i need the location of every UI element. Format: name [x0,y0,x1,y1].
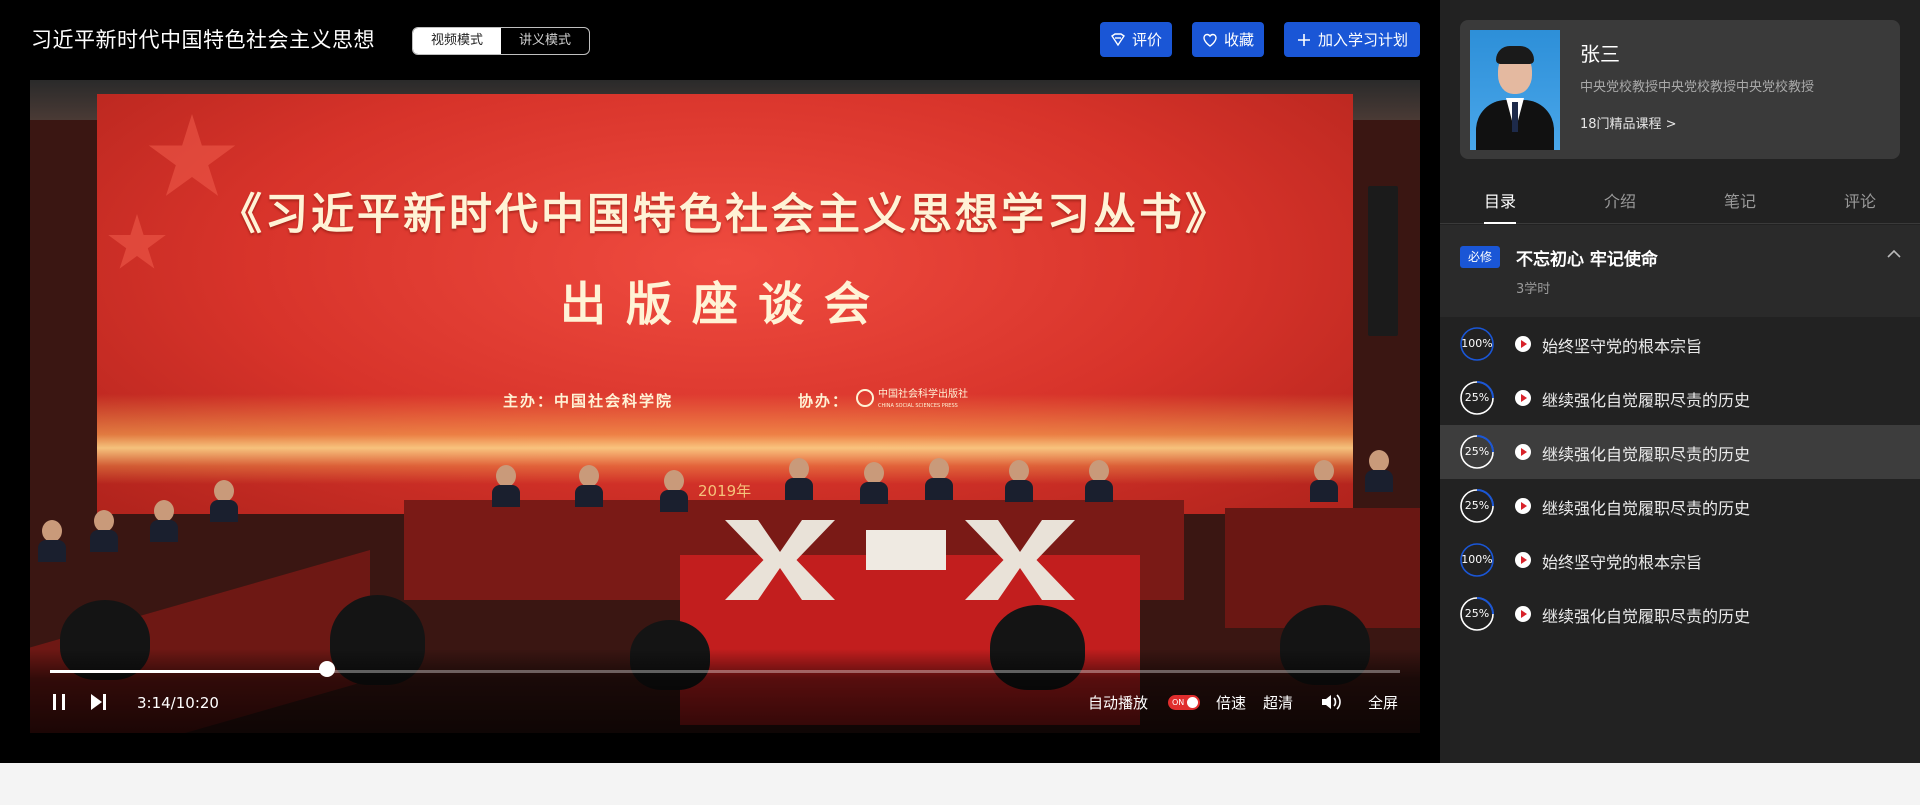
player-page: 习近平新时代中国特色社会主义思想 视频模式 讲义模式 评价 收藏 加入学习计划 … [0,0,1920,763]
teacher-name: 张三 [1580,42,1620,66]
video-frame: 《习近平新时代中国特色社会主义思想学习丛书》 出版座谈会 主办：中国社会科学院 … [30,80,1420,733]
teacher-title: 中央党校教授中央党校教授中央党校教授 [1580,80,1815,95]
chapter-title: 不忘初心 牢记使命 [1516,250,1658,270]
progress-percent: 25% [1464,445,1490,458]
plus-icon [1297,33,1310,46]
autoplay-switch[interactable]: ON [1168,695,1200,710]
play-icon [1515,606,1531,622]
pause-button[interactable] [50,692,68,712]
sidebar-tabs: 目录 介绍 笔记 评论 [1440,180,1920,224]
progress-percent: 25% [1464,499,1490,512]
progress-handle[interactable] [318,661,335,677]
video-player[interactable]: 《习近平新时代中国特色社会主义思想学习丛书》 出版座谈会 主办：中国社会科学院 … [30,80,1420,733]
press-logo: 中国社会科学出版社 CHINA SOCIAL SCIENCES PRESS [856,387,968,409]
speed-button[interactable]: 倍速 [1216,692,1246,713]
rate-icon [1111,32,1125,46]
banner-year: 2019年 [698,482,752,500]
fullscreen-button[interactable]: 全屏 [1368,692,1398,713]
lesson-title: 始终坚守党的根本宗旨 [1542,553,1703,572]
rate-label: 评价 [1131,31,1162,49]
skip-next-icon [91,694,106,710]
lesson-title: 继续强化自觉履职尽责的历史 [1542,499,1751,518]
lesson-title: 继续强化自觉履职尽责的历史 [1542,607,1751,626]
progress-percent: 100% [1461,337,1493,350]
tab-comments[interactable]: 评论 [1800,180,1920,223]
tab-intro[interactable]: 介绍 [1560,180,1680,223]
add-plan-label: 加入学习计划 [1317,31,1408,49]
teacher-card: 张三 中央党校教授中央党校教授中央党校教授 18门精品课程 > [1460,20,1900,159]
chevron-up-icon[interactable] [1886,249,1902,259]
video-mode-button[interactable]: 视频模式 [413,28,501,54]
autoplay-label: 自动播放 [1088,694,1149,712]
add-study-plan-button[interactable]: 加入学习计划 [1284,22,1420,57]
banner-cohost: 协办： [798,392,850,410]
play-icon [1515,390,1531,406]
play-icon [1515,552,1531,568]
required-badge: 必修 [1460,246,1500,268]
handout-mode-button[interactable]: 讲义模式 [501,28,589,54]
banner-subtitle: 出版座谈会 [560,277,890,331]
tab-notes[interactable]: 笔记 [1680,180,1800,223]
lesson-title: 继续强化自觉履职尽责的历史 [1542,445,1751,464]
lesson-item[interactable]: 25% 继续强化自觉履职尽责的历史 [1440,479,1920,533]
autoplay-switch-text: ON [1172,698,1185,707]
volume-button[interactable] [1320,693,1342,711]
lesson-item[interactable]: 100% 始终坚守党的根本宗旨 [1440,317,1920,371]
lesson-item[interactable]: 25% 继续强化自觉履职尽责的历史 [1440,371,1920,425]
teacher-avatar [1470,30,1560,150]
quality-button[interactable]: 超清 [1263,692,1293,713]
book-stack [866,530,946,570]
rate-button[interactable]: 评价 [1100,22,1172,57]
lesson-item[interactable]: 25% 继续强化自觉履职尽责的历史 [1440,425,1920,479]
lesson-title: 始终坚守党的根本宗旨 [1542,337,1703,356]
play-icon [1515,444,1531,460]
heart-icon [1203,33,1217,47]
page-bottom [0,763,1920,805]
press-name: 中国社会科学出版社 [878,387,968,400]
pause-icon [53,694,65,710]
progress-percent: 100% [1461,553,1493,566]
progress-percent: 25% [1464,607,1490,620]
chapter-header[interactable]: 必修 不忘初心 牢记使命 3学时 [1440,225,1920,317]
next-button[interactable] [88,692,108,712]
lesson-item[interactable]: 25% 继续强化自觉履职尽责的历史 [1440,587,1920,641]
teacher-courses-link[interactable]: 18门精品课程 > [1580,113,1677,132]
banner-host: 主办：中国社会科学院 [503,392,674,410]
tab-catalog[interactable]: 目录 [1440,180,1560,224]
lesson-item[interactable]: 100% 始终坚守党的根本宗旨 [1440,533,1920,587]
press-name-en: CHINA SOCIAL SCIENCES PRESS [878,403,958,409]
course-sidebar: 张三 中央党校教授中央党校教授中央党校教授 18门精品课程 > 目录 介绍 笔记… [1440,0,1920,763]
speaker [1368,186,1398,336]
banner-title: 《习近平新时代中国特色社会主义思想学习丛书》 [219,190,1231,240]
progress-fill [50,670,327,673]
favorite-button[interactable]: 收藏 [1192,22,1264,57]
volume-icon [1322,694,1341,710]
play-icon [1515,498,1531,514]
play-icon [1515,336,1531,352]
favorite-label: 收藏 [1223,31,1254,49]
course-title: 习近平新时代中国特色社会主义思想 [31,28,375,52]
mode-toggle: 视频模式 讲义模式 [412,27,590,55]
progress-percent: 25% [1464,391,1490,404]
progress-bar[interactable] [50,670,1400,673]
lesson-title: 继续强化自觉履职尽责的历史 [1542,391,1751,410]
time-display: 3:14/10:20 [137,694,219,712]
chapter-hours: 3学时 [1516,282,1551,297]
